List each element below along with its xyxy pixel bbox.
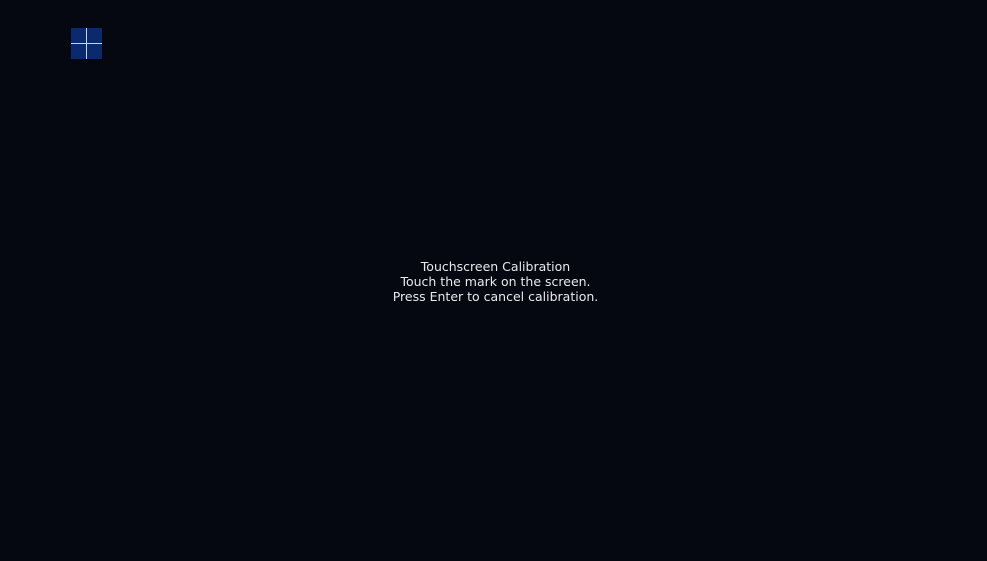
calibration-cancel-hint: Press Enter to cancel calibration. bbox=[392, 289, 599, 304]
calibration-instruction: Touch the mark on the screen. bbox=[400, 274, 591, 289]
calibration-target-crosshair-icon[interactable] bbox=[71, 28, 102, 59]
crosshair-vertical-line bbox=[86, 28, 87, 59]
calibration-instructions: Touchscreen Calibration Touch the mark o… bbox=[0, 259, 987, 304]
calibration-title: Touchscreen Calibration bbox=[420, 259, 571, 274]
calibration-screen: Touchscreen Calibration Touch the mark o… bbox=[0, 0, 987, 561]
